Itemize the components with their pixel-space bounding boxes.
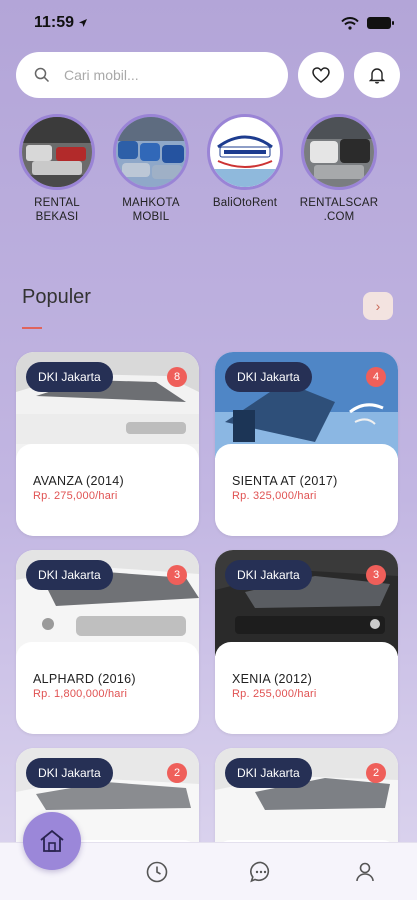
store-name: MAHKOTA MOBIL — [122, 197, 180, 223]
store-photo-icon — [22, 117, 92, 187]
availability-count-badge: 2 — [366, 763, 386, 783]
store-avatar — [113, 114, 189, 190]
notifications-button[interactable] — [354, 52, 400, 98]
car-name: AVANZA (2014) — [33, 474, 124, 488]
section-underline — [22, 327, 42, 329]
section-title: Populer — [22, 286, 91, 308]
car-info: SIENTA AT (2017) Rp. 325,000/hari — [215, 444, 398, 536]
store-avatar — [207, 114, 283, 190]
store-photo-icon — [116, 117, 186, 187]
tab-chat[interactable] — [249, 860, 273, 884]
availability-count-badge: 3 — [167, 565, 187, 585]
search-row: Cari mobil... — [16, 52, 401, 98]
profile-icon — [356, 862, 374, 882]
store-name: RENTAL BEKASI — [34, 197, 80, 223]
store-name: RENTALSCAR .COM — [299, 197, 379, 223]
see-more-button[interactable]: › — [363, 292, 393, 320]
store-logo-icon — [210, 117, 280, 187]
store-avatar — [19, 114, 95, 190]
car-price: Rp. 325,000/hari — [232, 490, 317, 502]
store-item[interactable]: RENTALSCAR .COM — [298, 114, 380, 224]
location-badge: DKI Jakarta — [225, 560, 312, 590]
availability-count-badge: 3 — [366, 565, 386, 585]
favorites-button[interactable] — [298, 52, 344, 98]
car-card[interactable]: DKI Jakarta 8 AVANZA (2014) Rp. 275,000/… — [16, 352, 199, 536]
search-input[interactable]: Cari mobil... — [16, 52, 288, 98]
car-card[interactable]: DKI Jakarta 3 ALPHARD (2016) Rp. 1,800,0… — [16, 550, 199, 734]
location-badge: DKI Jakarta — [26, 362, 113, 392]
car-price: Rp. 255,000/hari — [232, 688, 317, 700]
chat-icon — [250, 861, 270, 883]
clock-text: 11:59 — [34, 14, 75, 31]
store-name: BaliOtoRent — [212, 197, 278, 209]
car-name: ALPHARD (2016) — [33, 672, 136, 686]
availability-count-badge: 2 — [167, 763, 187, 783]
tab-profile[interactable] — [353, 860, 377, 884]
availability-count-badge: 4 — [366, 367, 386, 387]
store-avatar — [301, 114, 377, 190]
status-time: 11:59 — [34, 14, 88, 32]
search-placeholder: Cari mobil... — [64, 67, 139, 83]
availability-count-badge: 8 — [167, 367, 187, 387]
car-price: Rp. 275,000/hari — [33, 490, 118, 502]
car-card[interactable]: DKI Jakarta 3 XENIA (2012) Rp. 255,000/h… — [215, 550, 398, 734]
battery-icon — [367, 17, 394, 29]
tab-history[interactable] — [145, 860, 169, 884]
store-item[interactable]: MAHKOTA MOBIL — [110, 114, 192, 224]
store-item[interactable]: RENTAL BEKASI — [16, 114, 98, 224]
bell-icon — [369, 68, 385, 84]
location-badge: DKI Jakarta — [26, 560, 113, 590]
location-arrow-icon — [79, 19, 88, 27]
status-indicators — [341, 16, 394, 30]
location-badge: DKI Jakarta — [26, 758, 113, 788]
store-photo-icon — [304, 117, 374, 187]
store-item[interactable]: BaliOtoRent — [204, 114, 286, 224]
tab-home[interactable] — [23, 812, 81, 870]
status-bar: 11:59 — [0, 0, 417, 46]
store-list: RENTAL BEKASI MAHKOTA MOBIL BaliOtoRent … — [16, 114, 407, 224]
home-icon — [40, 829, 64, 852]
car-name: XENIA (2012) — [232, 672, 313, 686]
heart-icon — [312, 67, 330, 83]
search-icon — [34, 67, 50, 83]
location-badge: DKI Jakarta — [225, 758, 312, 788]
car-info: ALPHARD (2016) Rp. 1,800,000/hari — [16, 642, 199, 734]
car-info: XENIA (2012) Rp. 255,000/hari — [215, 642, 398, 734]
chevron-right-icon: › — [375, 298, 381, 314]
location-badge: DKI Jakarta — [225, 362, 312, 392]
history-icon — [146, 861, 168, 883]
car-info: AVANZA (2014) Rp. 275,000/hari — [16, 444, 199, 536]
car-card[interactable]: DKI Jakarta 4 SIENTA AT (2017) Rp. 325,0… — [215, 352, 398, 536]
car-price: Rp. 1,800,000/hari — [33, 688, 128, 700]
wifi-icon — [341, 16, 359, 30]
car-name: SIENTA AT (2017) — [232, 474, 338, 488]
